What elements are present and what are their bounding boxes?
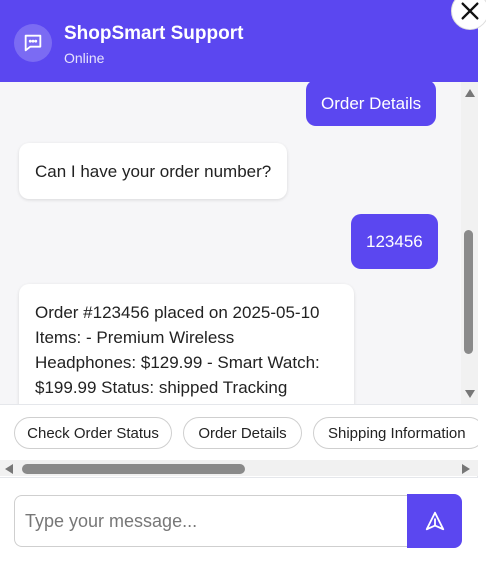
message-line: $199.99 Status: shipped Tracking bbox=[35, 378, 288, 397]
message-line: Headphones: $129.99 - Smart Watch: bbox=[35, 353, 320, 372]
scrollbar-thumb[interactable] bbox=[464, 230, 473, 354]
user-message: 123456 bbox=[351, 214, 438, 269]
quick-reply-check-order-status[interactable]: Check Order Status bbox=[14, 417, 172, 449]
message-line: Order #123456 placed on 2025-05-10 bbox=[35, 303, 320, 322]
bot-message: Order #123456 placed on 2025-05-10 Items… bbox=[19, 284, 354, 404]
quick-replies-scrollbar[interactable] bbox=[0, 460, 478, 476]
quick-reply-shipping-information[interactable]: Shipping Information bbox=[313, 417, 478, 449]
chat-header: ShopSmart Support Online bbox=[0, 0, 478, 82]
scroll-up-icon[interactable] bbox=[465, 89, 475, 97]
message-text: Can I have your order number? bbox=[35, 161, 272, 181]
close-icon bbox=[461, 2, 479, 20]
send-button[interactable] bbox=[407, 494, 462, 548]
chat-widget: ShopSmart Support Online Order Details C… bbox=[0, 0, 478, 563]
scroll-down-icon[interactable] bbox=[465, 390, 475, 398]
message-line: Items: - Premium Wireless bbox=[35, 328, 235, 347]
message-input[interactable] bbox=[14, 495, 412, 547]
message-text: Order Details bbox=[321, 93, 422, 113]
quick-reply-order-details[interactable]: Order Details bbox=[183, 417, 302, 449]
send-icon bbox=[425, 511, 444, 531]
message-list[interactable]: Order Details Can I have your order numb… bbox=[0, 82, 462, 404]
scrollbar-thumb[interactable] bbox=[22, 464, 245, 474]
scroll-right-icon[interactable] bbox=[462, 464, 470, 474]
message-scrollbar[interactable] bbox=[461, 82, 478, 404]
chat-title: ShopSmart Support bbox=[64, 23, 244, 44]
chat-bubble-icon bbox=[14, 24, 52, 62]
quick-replies: Check Order Status Order Details Shippin… bbox=[0, 404, 478, 476]
composer bbox=[0, 477, 478, 563]
message-text: 123456 bbox=[366, 232, 423, 251]
scroll-left-icon[interactable] bbox=[5, 464, 13, 474]
status-text: Online bbox=[64, 50, 105, 66]
bot-message: Can I have your order number? bbox=[19, 143, 288, 199]
user-message: Order Details bbox=[306, 82, 437, 126]
